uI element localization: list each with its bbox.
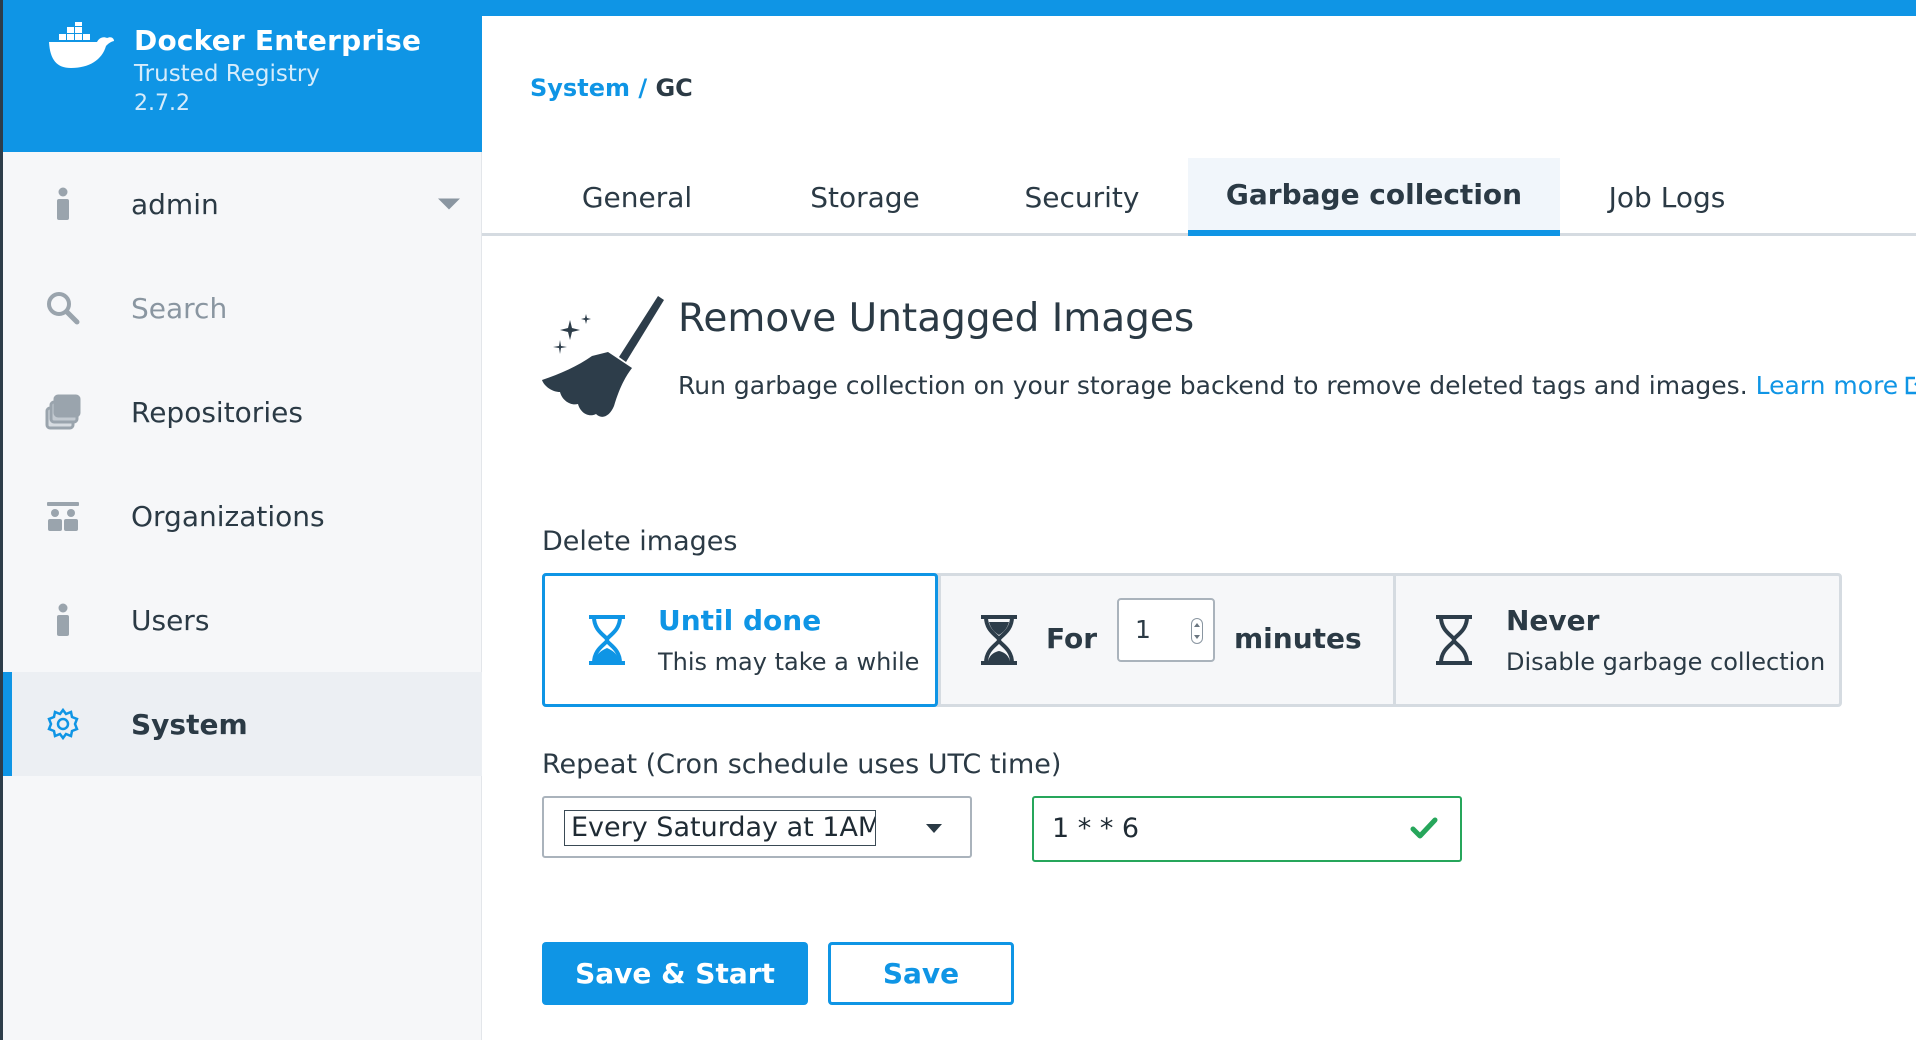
sidebar-item-users[interactable]: Users (3, 568, 482, 672)
hourglass-icon (1436, 615, 1472, 665)
minutes-value: 1 (1135, 615, 1151, 644)
top-accent-bar (482, 0, 1916, 16)
cron-value: 1 * * 6 (1052, 813, 1140, 844)
brand-title: Docker Enterprise (134, 24, 422, 57)
option-subtitle: This may take a while (658, 648, 920, 676)
option-title: Until done (658, 604, 822, 637)
for-prefix-label: For (1046, 622, 1098, 655)
docker-whale-logo (49, 22, 114, 68)
user-icon (43, 600, 83, 640)
learn-more-link[interactable]: Learn more (1756, 371, 1916, 400)
gear-icon (43, 704, 83, 744)
save-and-start-button[interactable]: Save & Start (542, 942, 808, 1005)
breadcrumb: System / GC (530, 74, 693, 102)
tab-storage[interactable]: Storage (782, 158, 948, 236)
sidebar: Docker Enterprise Trusted Registry 2.7.2… (0, 0, 482, 1040)
brand-header[interactable]: Docker Enterprise Trusted Registry 2.7.2 (3, 0, 482, 152)
option-until-done[interactable]: Until done This may take a while (542, 573, 938, 707)
checkmark-icon (1410, 817, 1438, 839)
section-description: Run garbage collection on your storage b… (678, 371, 1916, 400)
sidebar-item-organizations[interactable]: Organizations (3, 464, 482, 568)
save-button[interactable]: Save (828, 942, 1014, 1005)
tab-garbage-collection[interactable]: Garbage collection (1188, 158, 1560, 236)
dropdown-arrow-icon (926, 824, 942, 833)
repositories-icon (43, 392, 83, 432)
tab-general[interactable]: General (562, 158, 712, 236)
delete-images-label: Delete images (542, 526, 738, 557)
external-link-icon (1905, 376, 1916, 395)
repeat-selected-value: Every Saturday at 1AM UTC (564, 810, 876, 846)
brand-subtitle: Trusted Registry (134, 61, 320, 87)
user-icon (43, 184, 83, 224)
sidebar-search[interactable]: Search (3, 256, 482, 360)
sidebar-item-label: Repositories (131, 395, 303, 429)
option-subtitle: Disable garbage collection (1506, 648, 1826, 676)
hourglass-icon (981, 615, 1017, 665)
description-text: Run garbage collection on your storage b… (678, 371, 1748, 400)
tab-job-logs[interactable]: Job Logs (1582, 158, 1752, 236)
sidebar-item-label: Users (131, 603, 210, 637)
organizations-icon (43, 496, 83, 536)
option-never[interactable]: Never Disable garbage collection (1393, 576, 1839, 704)
user-menu[interactable]: admin (3, 152, 482, 256)
sidebar-item-repositories[interactable]: Repositories (3, 360, 482, 464)
breadcrumb-current: GC (655, 74, 693, 102)
brand-version: 2.7.2 (134, 91, 190, 116)
sidebar-item-system[interactable]: System (3, 672, 482, 776)
hourglass-icon (589, 615, 625, 665)
cron-input[interactable]: 1 * * 6 (1032, 796, 1462, 862)
learn-more-label: Learn more (1755, 371, 1899, 400)
breadcrumb-parent-link[interactable]: System (530, 74, 630, 102)
search-icon (43, 288, 83, 328)
section-title: Remove Untagged Images (678, 296, 1195, 341)
repeat-schedule-select[interactable]: Every Saturday at 1AM UTC (542, 796, 972, 858)
option-title: Never (1506, 604, 1600, 637)
stepper-arrows-icon[interactable] (1191, 618, 1203, 644)
user-menu-label: admin (131, 187, 219, 221)
search-input[interactable]: Search (131, 292, 227, 325)
tab-security[interactable]: Security (1002, 158, 1162, 236)
settings-tabs: General Storage Security Garbage collect… (482, 158, 1916, 236)
repeat-label: Repeat (Cron schedule uses UTC time) (542, 749, 1062, 780)
broom-icon (542, 296, 664, 417)
chevron-down-icon[interactable] (438, 198, 460, 210)
breadcrumb-separator: / (629, 74, 656, 102)
sidebar-item-label: Organizations (131, 499, 325, 533)
sidebar-item-label: System (131, 707, 248, 741)
minutes-suffix-label: minutes (1234, 622, 1362, 655)
minutes-number-input[interactable]: 1 (1117, 598, 1215, 662)
